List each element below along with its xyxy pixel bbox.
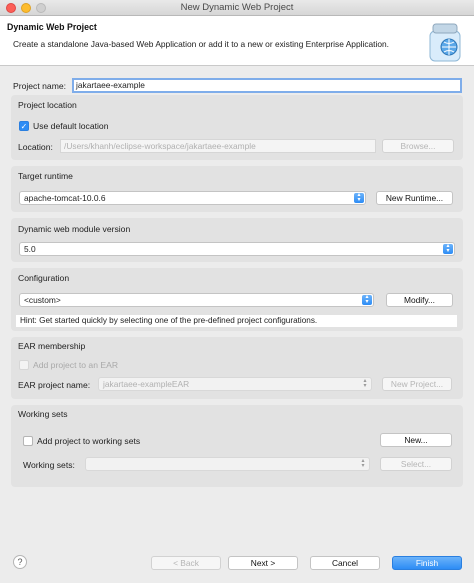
back-button[interactable]: < Back [151, 556, 221, 570]
project-name-label: Project name: [13, 81, 67, 91]
select-working-sets-button[interactable]: Select... [380, 457, 452, 471]
new-ear-project-button[interactable]: New Project... [382, 377, 452, 391]
cancel-button[interactable]: Cancel [310, 556, 380, 570]
module-version-select[interactable]: 5.0 ▴ ▾ [19, 242, 455, 256]
project-name-input[interactable]: jakartaee-example [72, 78, 462, 93]
up-down-chevron-icon: ▴ ▾ [354, 192, 364, 203]
finish-button[interactable]: Finish [392, 556, 462, 570]
location-label: Location: [18, 142, 53, 152]
new-runtime-button[interactable]: New Runtime... [376, 191, 453, 205]
target-runtime-select[interactable]: apache-tomcat-10.0.6 ▴ ▾ [19, 191, 366, 205]
target-runtime-group [11, 166, 463, 212]
add-to-working-sets-checkbox[interactable] [23, 436, 33, 446]
project-location-heading: Project location [18, 100, 77, 110]
target-runtime-value: apache-tomcat-10.0.6 [24, 193, 106, 203]
configuration-hint: Hint: Get started quickly by selecting o… [16, 315, 457, 327]
browse-button[interactable]: Browse... [382, 139, 454, 153]
wizard-title: Dynamic Web Project [7, 22, 97, 32]
add-to-ear-checkbox[interactable] [19, 360, 29, 370]
modify-configuration-button[interactable]: Modify... [386, 293, 453, 307]
up-down-chevron-icon: ▴ ▾ [363, 378, 367, 389]
configuration-value: <custom> [24, 295, 61, 305]
new-working-set-button[interactable]: New... [380, 433, 452, 447]
help-button[interactable]: ? [13, 555, 27, 569]
ear-project-name-label: EAR project name: [18, 380, 91, 390]
module-version-heading: Dynamic web module version [18, 224, 131, 234]
checkmark-icon: ✓ [20, 122, 28, 131]
use-default-location-checkbox[interactable]: ✓ [19, 121, 29, 131]
ear-membership-heading: EAR membership [18, 341, 86, 351]
up-down-chevron-icon: ▴ ▾ [361, 458, 365, 469]
up-down-chevron-icon: ▴ ▾ [443, 243, 453, 254]
target-runtime-heading: Target runtime [18, 171, 73, 181]
up-down-chevron-icon: ▴ ▾ [362, 294, 372, 305]
add-to-ear-label: Add project to an EAR [33, 360, 119, 370]
add-to-working-sets-label: Add project to working sets [37, 436, 141, 446]
ear-project-name-value: jakartaee-exampleEAR [103, 379, 190, 389]
configuration-select[interactable]: <custom> ▴ ▾ [19, 293, 374, 307]
wizard-description: Create a standalone Java-based Web Appli… [13, 39, 390, 49]
use-default-location-label: Use default location [33, 121, 109, 131]
window-title: New Dynamic Web Project [180, 2, 294, 13]
module-version-value: 5.0 [24, 244, 36, 254]
configuration-heading: Configuration [18, 273, 70, 283]
web-project-jar-icon [429, 23, 461, 62]
ear-project-name-select[interactable]: jakartaee-exampleEAR ▴ ▾ [98, 377, 372, 391]
location-input[interactable]: /Users/khanh/eclipse-workspace/jakartaee… [60, 139, 376, 153]
working-sets-heading: Working sets [18, 409, 68, 419]
working-sets-select[interactable]: ▴ ▾ [85, 457, 370, 471]
next-button[interactable]: Next > [228, 556, 298, 570]
working-sets-label: Working sets: [23, 460, 75, 470]
